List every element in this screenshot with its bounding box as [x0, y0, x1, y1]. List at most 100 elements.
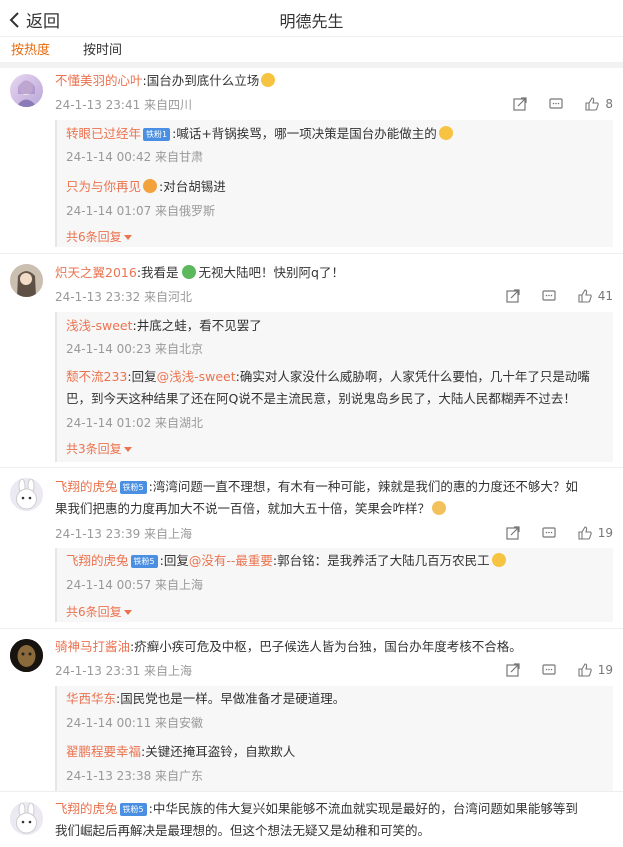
comment-text-cont: 果我们把惠的力度再加大不说一百倍，就加大五十倍，笑果会咋样？: [55, 501, 431, 516]
reply-meta: 24-1-14 00:11 来自安徽: [66, 716, 204, 730]
divider: [0, 791, 623, 792]
like-count: 41: [597, 289, 613, 303]
comment-actions: 19: [506, 526, 613, 540]
username-link[interactable]: 浅浅-sweet: [66, 318, 133, 333]
reply-item: 飞翔的虎兔 铁粉5:回复@没有--最重要:郭台铭：是我养活了大陆几百万农民工: [66, 550, 607, 572]
fan-badge: 铁粉5: [119, 803, 147, 816]
divider: [0, 628, 623, 629]
tab-sort-time[interactable]: 按时间: [83, 39, 122, 58]
share-icon: [513, 97, 527, 111]
username-link[interactable]: 炽天之翼2016: [55, 265, 137, 280]
more-replies-label: 共6条回复: [66, 605, 122, 619]
like-icon: [578, 289, 592, 303]
fan-badge: 铁粉1: [143, 128, 171, 141]
comment-text-cont: 无视大陆吧！快别阿q了！: [198, 265, 344, 280]
more-replies-link[interactable]: 共6条回复: [66, 228, 132, 245]
mention-link[interactable]: @没有--最重要: [189, 553, 273, 568]
reply-text: :井底之蛙，看不见罢了: [132, 318, 262, 333]
avatar[interactable]: [10, 264, 43, 297]
reply-text: :对台胡锡进: [159, 179, 226, 194]
reply-button[interactable]: [549, 97, 563, 111]
username-link[interactable]: 不懂美羽的心叶: [55, 73, 143, 88]
username-link[interactable]: 翟鹏程要幸福: [66, 744, 141, 759]
reply-prefix: :回复: [127, 369, 157, 384]
fan-badge: 铁粉5: [130, 555, 158, 568]
reply-meta: 24-1-14 00:57 来自上海: [66, 578, 204, 592]
frog-emoji-icon: [181, 265, 196, 279]
reply-meta: 24-1-14 00:42 来自甘肃: [66, 150, 204, 164]
reply-meta: 24-1-14 00:23 来自北京: [66, 342, 204, 356]
more-replies-link[interactable]: 共3条回复: [66, 440, 132, 457]
comment-actions: 41: [506, 289, 613, 303]
like-button[interactable]: 41: [578, 289, 613, 303]
laugh-emoji-icon: [491, 553, 506, 567]
like-button[interactable]: 19: [578, 663, 613, 677]
username-link[interactable]: 飞翔的虎兔: [55, 801, 118, 816]
username-link[interactable]: 颓不流233: [66, 369, 127, 384]
share-button[interactable]: [513, 97, 527, 111]
reply-button[interactable]: [542, 526, 556, 540]
username-link[interactable]: 华西华东: [66, 691, 116, 706]
top-bar: 返回 明德先生: [0, 0, 623, 37]
comment-text-line: 飞翔的虎兔 铁粉5:中华民族的伟大复兴如果能够不流血就实现是最好的，台湾问题如果能…: [55, 798, 613, 842]
avatar[interactable]: [10, 74, 43, 107]
smile-emoji-icon: [438, 126, 453, 140]
comment-meta: 24-1-13 23:39 来自上海: [55, 527, 193, 541]
more-replies-label: 共3条回复: [66, 442, 122, 456]
avatar[interactable]: [10, 639, 43, 672]
comment-text-line: 不懂美羽的心叶:国台办到底什么立场: [55, 70, 613, 92]
reply-list: 转眼已过经年 铁粉1:喊话+背锅挨骂，哪一项决策是国台办能做主的 24-1-14 …: [55, 120, 613, 247]
comment-text: :国台办到底什么立场: [142, 73, 260, 88]
reply-text: :关键还掩耳盗铃，自欺欺人: [141, 744, 296, 759]
like-icon: [585, 97, 600, 111]
reply-text: :国民党也是一样。早做准备才是硬道理。: [116, 691, 346, 706]
reply-meta: 24-1-13 23:38 来自广东: [66, 769, 204, 783]
comment-text: :中华民族的伟大复兴如果能够不流血就实现是最好的，台湾问题如果能够等到: [148, 801, 578, 816]
caret-down-icon: [123, 447, 132, 452]
comment-meta: 24-1-13 23:32 来自河北: [55, 290, 193, 304]
share-icon: [506, 663, 520, 677]
like-count: 8: [605, 97, 613, 111]
reply-item: 颓不流233:回复@浅浅-sweet:确实对人家没什么威胁啊，人家凭什么要怕，几…: [66, 366, 607, 410]
tab-sort-hot[interactable]: 按热度: [11, 39, 50, 58]
share-button[interactable]: [506, 526, 520, 540]
reply-meta: 24-1-14 01:07 来自俄罗斯: [66, 204, 216, 218]
reply-item: 转眼已过经年 铁粉1:喊话+背锅挨骂，哪一项决策是国台办能做主的: [66, 123, 607, 145]
like-count: 19: [597, 663, 613, 677]
comment-icon: [542, 527, 556, 538]
reply-button[interactable]: [542, 663, 556, 677]
username-link[interactable]: 飞翔的虎兔: [55, 479, 118, 494]
more-replies-link[interactable]: 共6条回复: [66, 603, 132, 620]
comment-text: :湾湾问题一直不理想，有木有一种可能，辣就是我们的惠的力度还不够大？如: [148, 479, 578, 494]
like-button[interactable]: 19: [578, 526, 613, 540]
laugh-emoji-icon: [261, 73, 276, 87]
share-button[interactable]: [506, 289, 520, 303]
cat-emoji-icon: [432, 501, 447, 515]
share-button[interactable]: [506, 663, 520, 677]
username-link[interactable]: 飞翔的虎兔: [66, 553, 129, 568]
username-link[interactable]: 转眼已过经年: [66, 126, 141, 141]
like-button[interactable]: 8: [585, 97, 613, 111]
share-icon: [506, 289, 520, 303]
reply-text: :喊话+背锅挨骂，哪一项决策是国台办能做主的: [172, 126, 437, 141]
comment-text: :我看是: [136, 265, 179, 280]
comment-text: :疥癣小疾可危及中枢，巴子候选人皆为台独，国台办年度考核不合格。: [130, 639, 522, 654]
reply-text: :郭台铭：是我养活了大陆几百万农民工: [272, 553, 490, 568]
comment-meta: 24-1-13 23:31 来自上海: [55, 664, 193, 678]
like-icon: [578, 526, 592, 540]
reply-list: 浅浅-sweet:井底之蛙，看不见罢了 24-1-14 00:23 来自北京 颓…: [55, 312, 613, 462]
username-link[interactable]: 只为与你再见: [66, 179, 141, 194]
reply-button[interactable]: [542, 289, 556, 303]
mention-link[interactable]: @浅浅-sweet: [157, 369, 236, 384]
reply-item: 只为与你再见 :对台胡锡进: [66, 176, 607, 198]
comment-icon: [549, 98, 563, 109]
divider: [0, 467, 623, 468]
fan-badge: 铁粉5: [119, 481, 147, 494]
avatar[interactable]: [10, 478, 43, 511]
avatar[interactable]: [10, 802, 43, 835]
reply-text: :确实对人家没什么威胁啊，人家凭什么要怕，几十年了只是动嘴: [235, 369, 590, 384]
username-link[interactable]: 骑神马打酱油: [55, 639, 130, 654]
like-count: 19: [597, 526, 613, 540]
reply-list: 飞翔的虎兔 铁粉5:回复@没有--最重要:郭台铭：是我养活了大陆几百万农民工 24…: [55, 548, 613, 622]
more-replies-label: 共6条回复: [66, 230, 122, 244]
